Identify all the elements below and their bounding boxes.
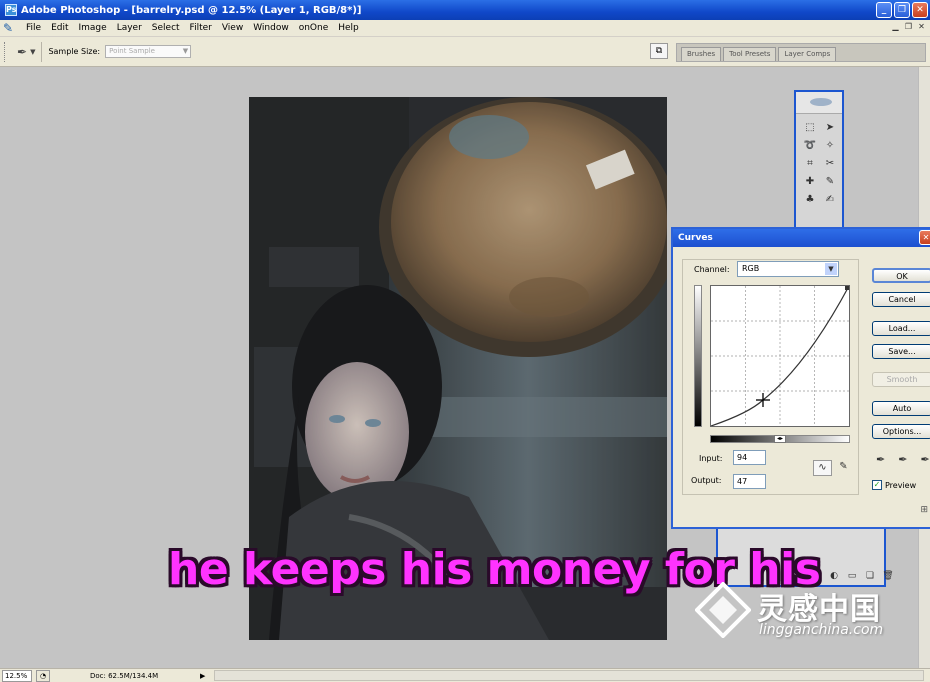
watermark-logo-icon	[695, 582, 751, 638]
doc-close-icon[interactable]: ✕	[916, 22, 927, 33]
minimize-button[interactable]: _	[876, 2, 892, 18]
palette-well-toggle-icon[interactable]: ⧉	[650, 43, 668, 59]
zoom-field[interactable]: 12.5%	[2, 669, 32, 682]
magic-wand-icon[interactable]: ✧	[821, 138, 839, 154]
options-button[interactable]: Options...	[872, 424, 930, 439]
save-button[interactable]: Save...	[872, 344, 930, 359]
curves-close-icon[interactable]: ✕	[919, 230, 930, 245]
document-window-controls: ▁ ❐ ✕	[890, 22, 927, 33]
curve-point-tool-icon[interactable]: ∿	[813, 460, 832, 476]
sample-size-select[interactable]: Point Sample ▼	[105, 45, 192, 58]
menu-onone[interactable]: onOne	[294, 23, 334, 33]
doc-size-info: Doc: 62.5M/134.4M	[90, 671, 159, 680]
clone-stamp-icon[interactable]: ♣	[801, 192, 819, 208]
move-tool-icon[interactable]: ➤	[821, 120, 839, 136]
menu-help[interactable]: Help	[333, 23, 364, 33]
watermark-url: lingganchina.com	[759, 622, 884, 638]
palette-tab-tool-presets[interactable]: Tool Presets	[723, 47, 777, 61]
eyedropper-group: ✒ ✒ ✒	[876, 453, 930, 466]
eyedropper-icon[interactable]: ✒	[17, 45, 27, 59]
restore-button[interactable]: ❐	[894, 2, 910, 18]
menu-bar: ✎ File Edit Image Layer Select Filter Vi…	[0, 20, 930, 37]
menu-filter[interactable]: Filter	[185, 23, 217, 33]
history-brush-icon[interactable]: ✍	[821, 192, 839, 208]
input-label: Input:	[699, 454, 723, 463]
lasso-tool-icon[interactable]: ➰	[801, 138, 819, 154]
auto-button[interactable]: Auto	[872, 401, 930, 416]
channel-select[interactable]: RGB ▼	[737, 261, 839, 277]
sample-size-label: Sample Size:	[48, 47, 101, 56]
status-bar: 12.5% ◔ Doc: 62.5M/134.4M ▶	[0, 668, 930, 682]
preview-checkbox[interactable]: ✓ Preview	[872, 480, 916, 490]
sample-size-value: Point Sample	[109, 47, 155, 55]
menu-view[interactable]: View	[217, 23, 248, 33]
window-controls: _ ❐ ✕	[876, 2, 928, 18]
output-label: Output:	[691, 476, 722, 485]
ok-button[interactable]: OK	[872, 268, 930, 283]
close-button[interactable]: ✕	[912, 2, 928, 18]
load-button[interactable]: Load...	[872, 321, 930, 336]
output-gradient-bar	[694, 285, 702, 427]
chevron-down-icon: ▼	[182, 47, 189, 55]
crop-tool-icon[interactable]: ⌗	[801, 156, 819, 172]
menu-file[interactable]: File	[21, 23, 46, 33]
feather-logo-icon	[810, 98, 832, 106]
menu-edit[interactable]: Edit	[46, 23, 73, 33]
healing-brush-icon[interactable]: ✚	[801, 174, 819, 190]
curve-tool-group: ∿ ✎	[813, 460, 853, 476]
tool-preset-arrow-icon[interactable]: ▼	[30, 48, 35, 56]
gradient-toggle-icon[interactable]: ◂▸	[774, 435, 786, 443]
palette-tab-brushes[interactable]: Brushes	[681, 47, 722, 61]
curves-title: Curves	[678, 233, 713, 243]
photoshop-app-icon: Ps	[5, 4, 17, 16]
input-field[interactable]: 94	[733, 450, 766, 465]
pencil-tool-icon[interactable]: ✎	[834, 460, 853, 476]
options-separator	[41, 41, 43, 62]
chevron-down-icon: ▼	[825, 263, 837, 275]
curve-point-crosshair-icon	[756, 393, 770, 407]
gray-eyedropper-icon[interactable]: ✒	[898, 453, 907, 466]
window-title: Adobe Photoshop - [barrelry.psd @ 12.5% …	[21, 4, 362, 16]
input-gradient-bar: ◂▸	[710, 435, 850, 443]
toolbox-panel: ⬚ ➤ ➰ ✧ ⌗ ✂ ✚ ✎ ♣ ✍	[794, 90, 844, 230]
menu-image[interactable]: Image	[74, 23, 112, 33]
palette-well: Brushes Tool Presets Layer Comps	[676, 43, 926, 62]
smooth-button[interactable]: Smooth	[872, 372, 930, 387]
palette-tab-layer-comps[interactable]: Layer Comps	[778, 47, 837, 61]
brush-tool-icon[interactable]: ✎	[821, 174, 839, 190]
slice-tool-icon[interactable]: ✂	[821, 156, 839, 172]
channel-label: Channel:	[694, 265, 730, 274]
options-bar-grip[interactable]	[4, 41, 7, 62]
toolbox-header[interactable]	[796, 92, 842, 114]
title-bar: Ps Adobe Photoshop - [barrelry.psd @ 12.…	[0, 0, 930, 20]
cancel-button[interactable]: Cancel	[872, 292, 930, 307]
photoshop-feather-icon[interactable]: ✎	[3, 21, 17, 35]
horizontal-scrollbar[interactable]	[214, 670, 924, 681]
watermark: 灵感中国 lingganchina.com	[695, 580, 920, 645]
white-eyedropper-icon[interactable]: ✒	[920, 453, 929, 466]
marquee-tool-icon[interactable]: ⬚	[801, 120, 819, 136]
menu-window[interactable]: Window	[248, 23, 294, 33]
preview-label: Preview	[885, 480, 917, 490]
menu-select[interactable]: Select	[147, 23, 185, 33]
curves-dialog: Curves ✕ Channel: RGB ▼ ◂▸ Input: 94 Out…	[671, 227, 930, 529]
tool-grid: ⬚ ➤ ➰ ✧ ⌗ ✂ ✚ ✎ ♣ ✍	[796, 114, 842, 214]
output-field[interactable]: 47	[733, 474, 766, 489]
doc-minimize-icon[interactable]: ▁	[890, 22, 901, 33]
doc-restore-icon[interactable]: ❐	[903, 22, 914, 33]
status-menu-arrow-icon[interactable]: ▶	[200, 672, 210, 680]
curves-title-bar[interactable]: Curves ✕	[673, 229, 930, 247]
curves-graph[interactable]	[710, 285, 850, 427]
status-icon[interactable]: ◔	[36, 669, 50, 682]
channel-value: RGB	[742, 264, 760, 273]
expand-dialog-icon[interactable]: ⊞	[920, 505, 928, 515]
black-eyedropper-icon[interactable]: ✒	[876, 453, 885, 466]
menu-layer[interactable]: Layer	[112, 23, 147, 33]
check-icon: ✓	[872, 480, 882, 490]
options-bar: ✒ ▼ Sample Size: Point Sample ▼ ⧉ Brushe…	[0, 37, 930, 67]
